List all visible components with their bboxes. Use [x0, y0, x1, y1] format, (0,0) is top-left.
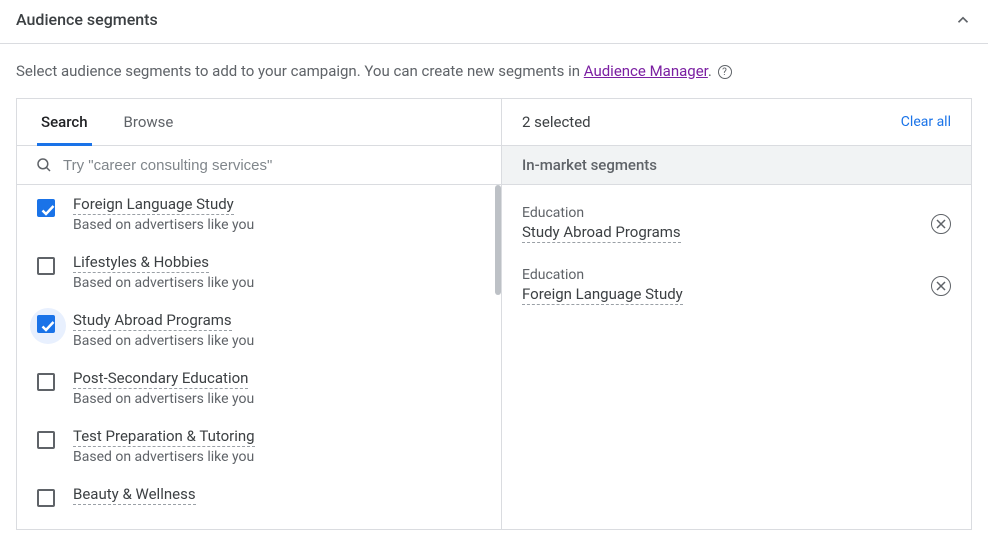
segment-subtitle: Based on advertisers like you [73, 217, 254, 233]
selected-count: 2 selected [522, 113, 591, 131]
checkbox[interactable] [37, 199, 55, 217]
help-icon[interactable]: ? [718, 65, 732, 79]
list-item[interactable]: Lifestyles & Hobbies Based on advertisers… [17, 243, 501, 301]
list-item[interactable]: Foreign Language Study Based on advertise… [17, 185, 501, 243]
instruction-text: Select audience segments to add to your … [0, 44, 988, 98]
checkbox[interactable] [37, 489, 55, 507]
right-panel: 2 selected Clear all In-market segments … [502, 99, 971, 529]
right-header: 2 selected Clear all [502, 99, 971, 146]
list-item[interactable]: Post-Secondary Education Based on adverti… [17, 359, 501, 417]
segment-title: Study Abroad Programs [73, 311, 232, 331]
selected-item: Education Study Abroad Programs [502, 193, 971, 255]
tab-browse[interactable]: Browse [120, 99, 178, 145]
tab-search[interactable]: Search [37, 99, 92, 146]
section-header: Audience segments [0, 0, 988, 43]
segment-list: Foreign Language Study Based on advertise… [17, 185, 501, 529]
segment-title: Foreign Language Study [73, 195, 234, 215]
section-title: Audience segments [16, 10, 158, 29]
segment-title: Post-Secondary Education [73, 369, 248, 389]
checkbox[interactable] [37, 373, 55, 391]
selected-category: Education [522, 267, 683, 283]
list-item[interactable]: Study Abroad Programs Based on advertiser… [17, 301, 501, 359]
checkbox[interactable] [37, 257, 55, 275]
segment-subtitle: Based on advertisers like you [73, 391, 254, 407]
scrollbar-thumb[interactable] [495, 185, 501, 295]
selected-title: Study Abroad Programs [522, 223, 681, 243]
panels: Search Browse Foreign Language Study Base… [16, 98, 972, 530]
segment-title: Beauty & Wellness [73, 485, 196, 505]
left-panel: Search Browse Foreign Language Study Base… [17, 99, 502, 529]
list-item[interactable]: Test Preparation & Tutoring Based on adve… [17, 417, 501, 475]
selected-list: Education Study Abroad Programs Education F… [502, 185, 971, 325]
search-row [17, 146, 501, 185]
clear-all-button[interactable]: Clear all [901, 114, 951, 130]
checkbox[interactable] [37, 315, 55, 333]
segment-subtitle: Based on advertisers like you [73, 333, 254, 349]
list-item[interactable]: Beauty & Wellness [17, 475, 501, 517]
chevron-up-icon[interactable] [954, 11, 972, 29]
selected-item: Education Foreign Language Study [502, 255, 971, 317]
tabs: Search Browse [17, 99, 501, 146]
search-input[interactable] [63, 157, 483, 174]
segment-title: Lifestyles & Hobbies [73, 253, 209, 273]
remove-icon[interactable] [931, 276, 951, 296]
segment-title: Test Preparation & Tutoring [73, 427, 255, 447]
instruction-suffix: . [708, 62, 716, 80]
selected-title: Foreign Language Study [522, 285, 683, 305]
checkbox[interactable] [37, 431, 55, 449]
segment-subtitle: Based on advertisers like you [73, 275, 254, 291]
selected-category: Education [522, 205, 681, 221]
audience-manager-link[interactable]: Audience Manager [584, 62, 708, 80]
search-icon [35, 156, 53, 174]
selected-subheader: In-market segments [502, 146, 971, 185]
instruction-prefix: Select audience segments to add to your … [16, 62, 584, 80]
segment-subtitle: Based on advertisers like you [73, 449, 255, 465]
remove-icon[interactable] [931, 214, 951, 234]
